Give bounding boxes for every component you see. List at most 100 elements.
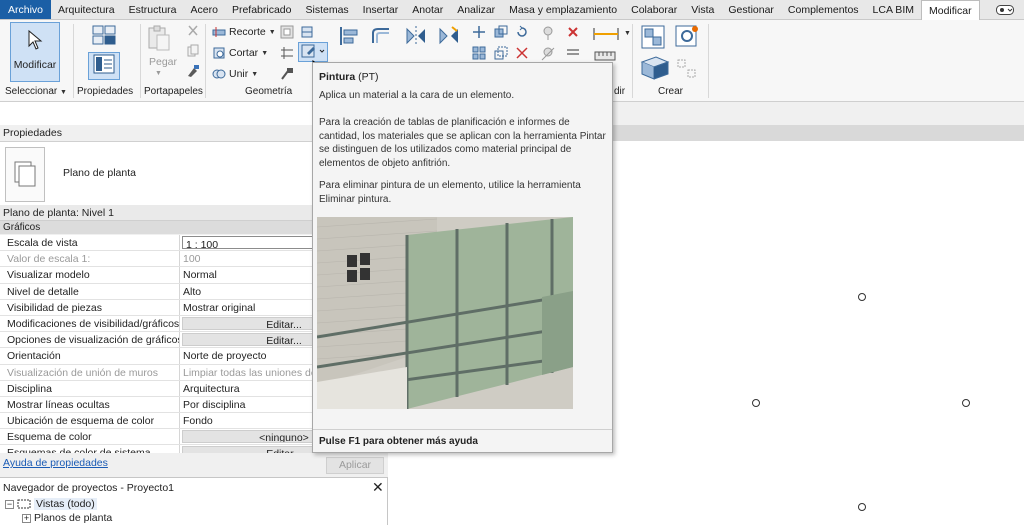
property-name: Opciones de visualización de gráficos	[0, 332, 180, 348]
aligned-dimension-icon[interactable]	[592, 26, 620, 42]
close-icon[interactable]: ✕	[372, 479, 384, 496]
tooltip-title: Pintura	[319, 71, 356, 83]
tab-lca-bim[interactable]: LCA BIM	[866, 0, 921, 19]
paint-icon	[301, 44, 325, 58]
modify-button[interactable]: Modificar	[10, 22, 60, 82]
mirror-draw-icon[interactable]	[438, 25, 460, 47]
tooltip-footer: Pulse F1 para obtener más ayuda	[313, 429, 612, 453]
properties-button[interactable]	[88, 52, 120, 80]
copy-element-icon[interactable]	[494, 25, 508, 39]
join-button[interactable]: Unir ▼	[212, 67, 258, 81]
cope-button[interactable]: Recorte ▼	[212, 25, 276, 39]
create-assembly-icon[interactable]	[674, 24, 700, 50]
tab-acero[interactable]: Acero	[184, 0, 225, 19]
delete-icon[interactable]	[566, 25, 580, 39]
mirror-axis-icon[interactable]	[405, 25, 427, 47]
floor-plan-icon	[5, 147, 45, 202]
tab-modificar[interactable]: Modificar	[920, 0, 980, 21]
create-similar-icon[interactable]	[676, 58, 698, 80]
tab-masa[interactable]: Masa y emplazamiento	[502, 0, 624, 19]
cut-geometry-icon	[213, 47, 225, 59]
tooltip-illustration	[317, 217, 573, 409]
views-icon	[17, 499, 31, 509]
tab-insertar[interactable]: Insertar	[356, 0, 406, 19]
offset-icon[interactable]	[370, 25, 392, 47]
tab-vista[interactable]: Vista	[684, 0, 721, 19]
scale-icon[interactable]	[494, 46, 508, 60]
modify-label: Modificar	[13, 59, 57, 71]
tab-anotar[interactable]: Anotar	[405, 0, 450, 19]
expand-icon[interactable]: +	[22, 513, 31, 523]
property-name: Valor de escala 1:	[0, 251, 180, 267]
tab-arquitectura[interactable]: Arquitectura	[51, 0, 122, 19]
cut-geometry-button[interactable]: Cortar ▼	[212, 46, 268, 60]
join-icon	[212, 69, 226, 79]
paste-icon[interactable]	[146, 24, 172, 52]
create-parts-icon[interactable]	[640, 54, 670, 80]
tab-archivo[interactable]: Archivo	[0, 0, 52, 19]
properties-help-link[interactable]: Ayuda de propiedades	[3, 457, 108, 469]
browser-title: Navegador de proyectos - Proyecto1	[3, 482, 175, 494]
panel-measure-label: dir	[614, 86, 626, 97]
lines-icon[interactable]	[566, 46, 580, 60]
property-name: Ubicación de esquema de color	[0, 413, 180, 429]
panel-select-label[interactable]: Seleccionar ▼	[5, 86, 67, 97]
demolish-icon[interactable]	[280, 67, 294, 81]
wall-joins-icon[interactable]	[280, 25, 294, 39]
property-name: Visualizar modelo	[0, 267, 180, 283]
cut-icon[interactable]	[186, 24, 200, 38]
properties-icon	[93, 54, 115, 74]
panel-geometry-label: Geometría	[245, 86, 293, 97]
property-name: Modificaciones de visibilidad/gráficos	[0, 315, 180, 332]
property-name: Mostrar líneas ocultas	[0, 396, 180, 413]
property-name: Orientación	[0, 348, 180, 364]
cursor-icon	[28, 29, 43, 50]
panel-clipboard-label: Portapapeles	[144, 86, 203, 97]
view-toggle-icon[interactable]	[986, 0, 1024, 19]
elevation-marker[interactable]	[858, 503, 866, 511]
unpin-icon[interactable]	[540, 46, 556, 62]
property-name: Visibilidad de piezas	[0, 299, 180, 315]
apply-button[interactable]: Aplicar	[326, 457, 384, 474]
property-name: Esquemas de color de sistema	[0, 445, 180, 453]
copy-icon[interactable]	[186, 44, 200, 58]
type-properties-icon[interactable]	[90, 24, 118, 46]
cope-icon	[212, 27, 226, 37]
elevation-marker[interactable]	[752, 399, 760, 407]
split-face-icon[interactable]	[300, 25, 314, 39]
measure-icon[interactable]	[594, 50, 616, 62]
tooltip-para2: Para la creación de tablas de planificac…	[319, 117, 606, 169]
tab-prefabricado[interactable]: Prefabricado	[225, 0, 299, 19]
tab-gestionar[interactable]: Gestionar	[721, 0, 781, 19]
tree-floor-plans[interactable]: + Planos de planta	[22, 512, 112, 524]
match-type-icon[interactable]	[186, 64, 200, 78]
paint-tooltip: Pintura (PT) Aplica un material a la car…	[312, 62, 613, 453]
tab-estructura[interactable]: Estructura	[122, 0, 184, 19]
rotate-icon[interactable]	[515, 25, 529, 39]
property-name: Escala de vista	[0, 235, 180, 251]
tab-colaborar[interactable]: Colaborar	[624, 0, 684, 19]
trim-icon[interactable]	[515, 46, 529, 60]
panel-properties-label: Propiedades	[77, 86, 134, 97]
tab-analizar[interactable]: Analizar	[450, 0, 502, 19]
tooltip-line1: Aplica un material a la cara de un eleme…	[319, 90, 515, 101]
align-icon[interactable]	[338, 25, 360, 47]
panel-create-label: Crear	[658, 86, 684, 97]
tab-complementos[interactable]: Complementos	[781, 0, 866, 19]
project-browser: Navegador de proyectos - Proyecto1 ✕ − V…	[0, 477, 388, 525]
tree-root[interactable]: − Vistas (todo)	[5, 498, 97, 510]
type-name: Plano de planta	[63, 167, 136, 179]
array-icon[interactable]	[472, 46, 486, 60]
property-name: Esquema de color	[0, 429, 180, 445]
move-icon[interactable]	[472, 25, 486, 39]
paste-button[interactable]: Pegar	[149, 56, 177, 68]
elevation-marker[interactable]	[858, 293, 866, 301]
beam-join-icon[interactable]	[280, 46, 294, 60]
collapse-icon[interactable]: −	[5, 499, 14, 509]
create-group-icon[interactable]	[640, 24, 666, 50]
pin-icon[interactable]	[540, 25, 556, 41]
paint-button[interactable]	[298, 42, 328, 62]
properties-footer: Ayuda de propiedades Aplicar	[0, 453, 388, 477]
tab-sistemas[interactable]: Sistemas	[298, 0, 355, 19]
elevation-marker[interactable]	[962, 399, 970, 407]
